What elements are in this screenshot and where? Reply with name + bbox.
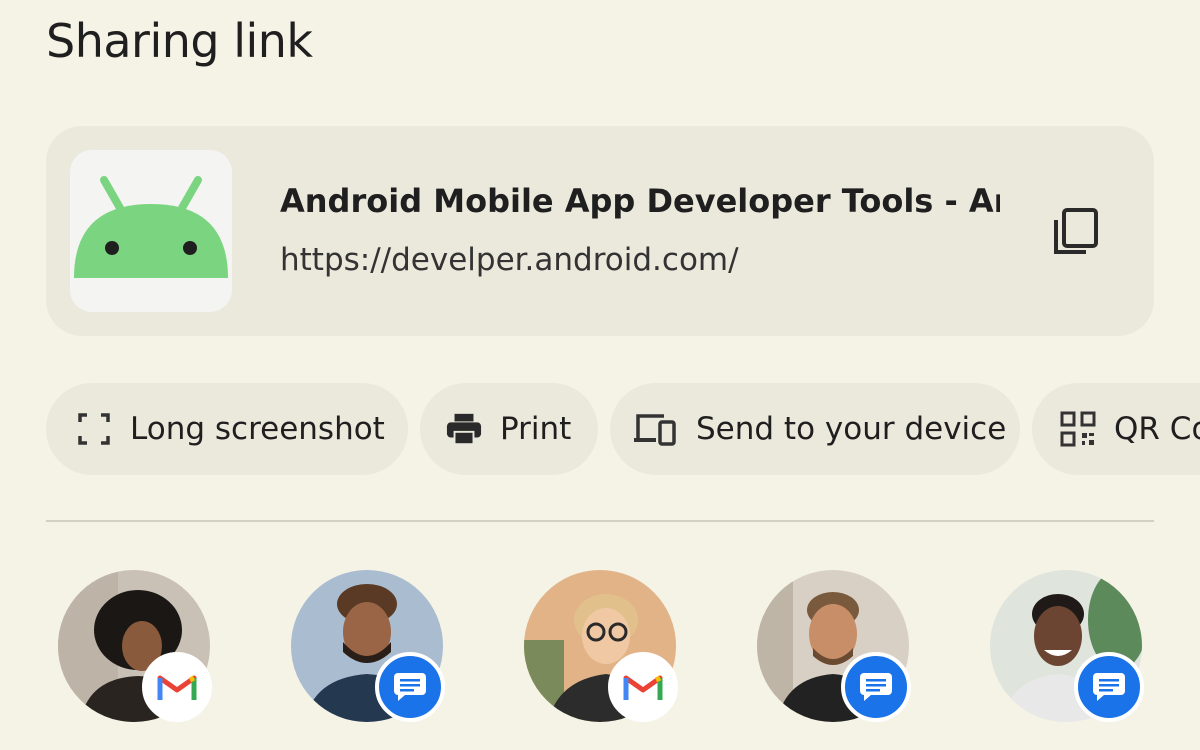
qr-code-label: QR Co (1114, 411, 1200, 447)
contact-target[interactable] (58, 570, 212, 722)
long-screenshot-button[interactable]: Long screenshot (46, 383, 408, 475)
gmail-icon (608, 652, 678, 722)
share-actions-row: Long screenshot Print Send to your devic… (46, 383, 1200, 475)
copy-icon (1054, 208, 1098, 254)
contact-target[interactable] (757, 570, 911, 722)
contact-target[interactable] (291, 570, 445, 722)
print-button[interactable]: Print (420, 383, 598, 475)
long-screenshot-label: Long screenshot (130, 411, 385, 447)
share-sheet: Sharing link Android Mobile App Develope… (0, 0, 1200, 750)
send-to-device-label: Send to your device (696, 411, 1007, 447)
contact-target[interactable] (990, 570, 1144, 722)
contact-target[interactable] (524, 570, 678, 722)
printer-icon (446, 411, 482, 447)
page-title: Sharing link (46, 14, 313, 68)
android-robot-icon (70, 150, 232, 312)
print-label: Print (500, 411, 572, 447)
link-preview-card: Android Mobile App Developer Tools - An.… (46, 126, 1154, 336)
gmail-icon (142, 652, 212, 722)
messages-icon (1074, 652, 1144, 722)
devices-icon (634, 411, 678, 447)
link-title: Android Mobile App Developer Tools - An.… (280, 182, 1000, 220)
section-divider (46, 520, 1154, 522)
qr-code-button[interactable]: QR Co (1032, 383, 1200, 475)
messages-icon (841, 652, 911, 722)
qr-code-icon (1060, 411, 1096, 447)
link-url: https://develper.android.com/ (280, 242, 739, 278)
send-to-device-button[interactable]: Send to your device (610, 383, 1020, 475)
messages-icon (375, 652, 445, 722)
copy-link-button[interactable] (1036, 192, 1116, 272)
long-screenshot-icon (76, 411, 112, 447)
